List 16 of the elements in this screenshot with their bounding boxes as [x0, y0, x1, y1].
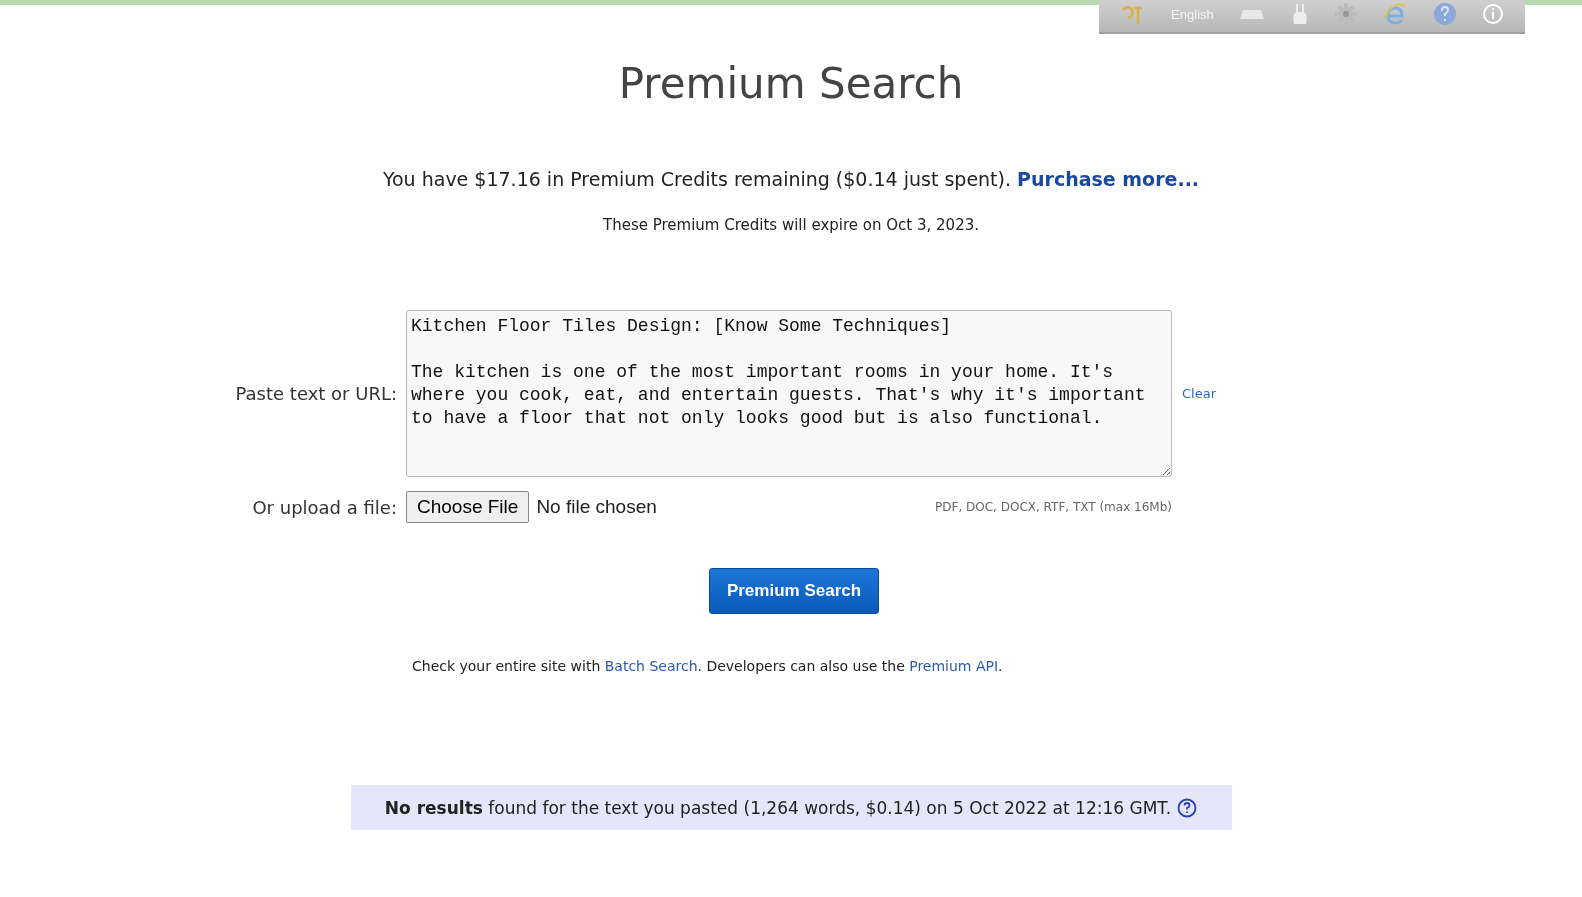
- expiry-note: These Premium Credits will expire on Oct 3, 2023.: [602, 216, 980, 234]
- text-input[interactable]: Kitchen Floor Tiles Design: [Know Some Techniques] The kitchen is one of the most important rooms in your home. It's where you cook, eat, and entertain guests. That's why it's important to have a floor that not only looks good but is also functional.: [406, 310, 1172, 477]
- upload-label: Or upload a file:: [251, 496, 398, 518]
- footer-link[interactable]: Batch Search: [604, 658, 698, 674]
- file-formats-hint: PDF, DOC, DOCX, RTF, TXT (max 16Mb): [935, 500, 1172, 514]
- clear-link[interactable]: Clear: [1182, 386, 1216, 401]
- purchase-link[interactable]: Purchase more...: [1017, 168, 1200, 190]
- text-label: Paste text or URL:: [234, 383, 398, 404]
- file-status: No file chosen: [536, 496, 657, 518]
- page-title: Premium Search: [617, 59, 965, 108]
- credits-message: You have $17.16 in Premium Credits remaining ($0.14 just spent). Purchase more...: [381, 168, 1201, 190]
- footer-note: Check your entire site with Batch Search. Developers can also use the Premium API.: [412, 658, 1004, 674]
- result-message: No results found for the text you pasted (1,264 words, $0.14) on 5 Oct 2022 at 12:16 GMT.: [384, 797, 1172, 818]
- premium-search-button[interactable]: Premium Search: [709, 568, 879, 614]
- choose-file-button[interactable]: Choose File: [406, 491, 530, 523]
- footer-link[interactable]: Premium API: [909, 658, 999, 674]
